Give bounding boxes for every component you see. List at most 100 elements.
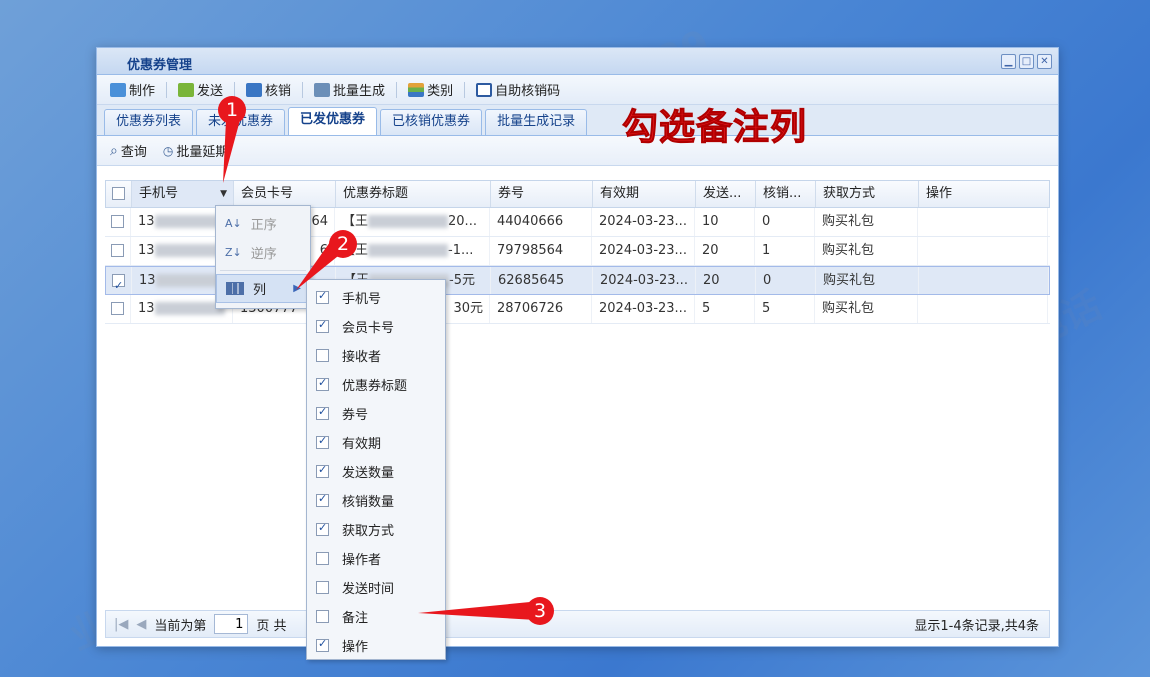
redeem-icon [246,82,263,97]
column-toggle-sent-count[interactable]: 发送数量 [307,457,445,486]
column-checkbox[interactable] [316,521,329,536]
column-toggle-card[interactable]: 会员卡号 [307,312,445,341]
column-checkbox[interactable] [316,318,329,333]
header-phone[interactable]: 手机号 ▼ [132,181,234,207]
column-label: 会员卡号 [342,321,395,336]
self-redeem-code-button[interactable]: 自助核销码 [473,78,563,101]
column-toggle-validity[interactable]: 有效期 [307,428,445,457]
header-redeemed-count[interactable]: 核销... [756,181,816,207]
select-all-checkbox-cell[interactable] [106,181,132,207]
phone-value: 13 [138,243,155,258]
row-checkbox-cell[interactable] [105,208,131,236]
batch-extend-button[interactable]: ◷ 批量延期 [160,139,232,162]
column-toggle-redeemed-count[interactable]: 核销数量 [307,486,445,515]
title-tail: -5元 [449,273,475,288]
column-checkbox[interactable] [316,492,329,507]
column-checkbox[interactable] [316,637,329,652]
cell-validity: 2024-03-23... [592,208,695,236]
tab-redeemed-coupons[interactable]: 已核销优惠券 [380,109,483,135]
send-button[interactable]: 发送 [175,78,226,101]
annotation-badge-2: 2 [329,230,357,258]
redeem-label: 核销 [265,84,292,99]
submenu-arrow-icon: ▶ [293,283,301,294]
close-button[interactable]: ✕ [1037,54,1052,69]
column-toggle-phone[interactable]: 手机号 [307,283,445,312]
cell-title: 【王-1... [335,237,490,265]
redeem-button[interactable]: 核销 [243,78,294,101]
row-checkbox[interactable] [112,272,125,294]
row-checkbox[interactable] [111,215,124,228]
column-checkbox[interactable] [316,581,329,594]
column-checkbox[interactable] [316,463,329,478]
column-toggle-remark[interactable]: 备注 [307,602,445,631]
batch-generate-button[interactable]: 批量生成 [311,78,388,101]
make-button[interactable]: 制作 [107,78,158,101]
cell-actions [918,295,1048,323]
column-checkbox[interactable] [316,405,329,420]
column-toggle-actions[interactable]: 操作 [307,631,445,660]
header-actions[interactable]: 操作 [919,181,1049,207]
page-number-input[interactable] [214,614,249,634]
title-tail: 30元 [453,301,483,316]
column-toggle-receiver[interactable]: 接收者 [307,341,445,370]
maximize-button[interactable]: □ [1019,54,1034,69]
tab-sent-coupons[interactable]: 已发优惠券 [288,107,378,135]
header-source[interactable]: 获取方式 [816,181,919,207]
row-checkbox-cell[interactable] [106,267,132,294]
select-all-checkbox[interactable] [112,187,125,200]
title-tail: -1... [448,243,474,258]
column-toggle-coupon-no[interactable]: 券号 [307,399,445,428]
cell-redeemed-count: 0 [756,267,816,294]
sort-desc-menu-item[interactable]: Z↓ 逆序 [216,238,310,267]
annotation-badge-1: 1 [218,96,246,124]
cell-validity: 2024-03-23... [593,267,696,294]
header-card[interactable]: 会员卡号 [234,181,336,207]
header-validity[interactable]: 有效期 [593,181,696,207]
cell-actions [919,267,1049,294]
column-checkbox[interactable] [316,376,329,391]
tab-coupon-list[interactable]: 优惠券列表 [104,109,194,135]
cell-redeemed-count: 0 [755,208,815,236]
column-checkbox[interactable] [316,349,329,362]
columns-menu-item[interactable]: 列 ▶ [216,274,310,303]
cell-actions [918,237,1048,265]
pager-prefix: 当前为第 [154,618,207,634]
column-label: 核销数量 [342,495,395,510]
tab-batch-records[interactable]: 批量生成记录 [485,109,588,135]
row-checkbox[interactable] [111,302,124,315]
query-label: 查询 [120,145,147,160]
cell-coupon-no: 79798564 [490,237,592,265]
column-toggle-title[interactable]: 优惠券标题 [307,370,445,399]
header-coupon-no[interactable]: 券号 [491,181,593,207]
first-page-icon[interactable]: |◀ [114,617,128,632]
category-button[interactable]: 类别 [405,78,456,101]
cell-redeemed-count: 1 [755,237,815,265]
row-checkbox-cell[interactable] [105,237,131,265]
column-label: 发送数量 [342,466,395,481]
cell-source: 购买礼包 [815,208,918,236]
row-checkbox-cell[interactable] [105,295,131,323]
sort-asc-menu-item[interactable]: A↓ 正序 [216,209,310,238]
window-titlebar: 优惠券管理 ▁ □ ✕ [97,48,1058,75]
column-toggle-source[interactable]: 获取方式 [307,515,445,544]
column-checkbox[interactable] [316,610,329,623]
query-button[interactable]: ⌕ 查询 [107,139,150,162]
record-summary: 显示1-4条记录,共4条 [914,618,1039,634]
sort-asc-label: 正序 [250,218,277,233]
phone-value: 13 [138,214,155,229]
column-menu-trigger-icon[interactable]: ▼ [220,181,227,207]
column-checkbox[interactable] [316,289,329,304]
prev-page-icon[interactable]: ◀ [136,617,146,632]
column-checkbox[interactable] [316,552,329,565]
row-checkbox[interactable] [111,244,124,257]
sort-desc-icon: Z↓ [225,246,242,259]
column-checkbox[interactable] [316,434,329,449]
column-toggle-operator[interactable]: 操作者 [307,544,445,573]
header-sent-count[interactable]: 发送... [696,181,756,207]
column-label: 获取方式 [342,524,395,539]
menu-divider [220,270,306,271]
header-title[interactable]: 优惠券标题 [336,181,491,207]
column-toggle-send-time[interactable]: 发送时间 [307,573,445,602]
minimize-button[interactable]: ▁ [1001,54,1016,69]
cell-actions [918,208,1048,236]
